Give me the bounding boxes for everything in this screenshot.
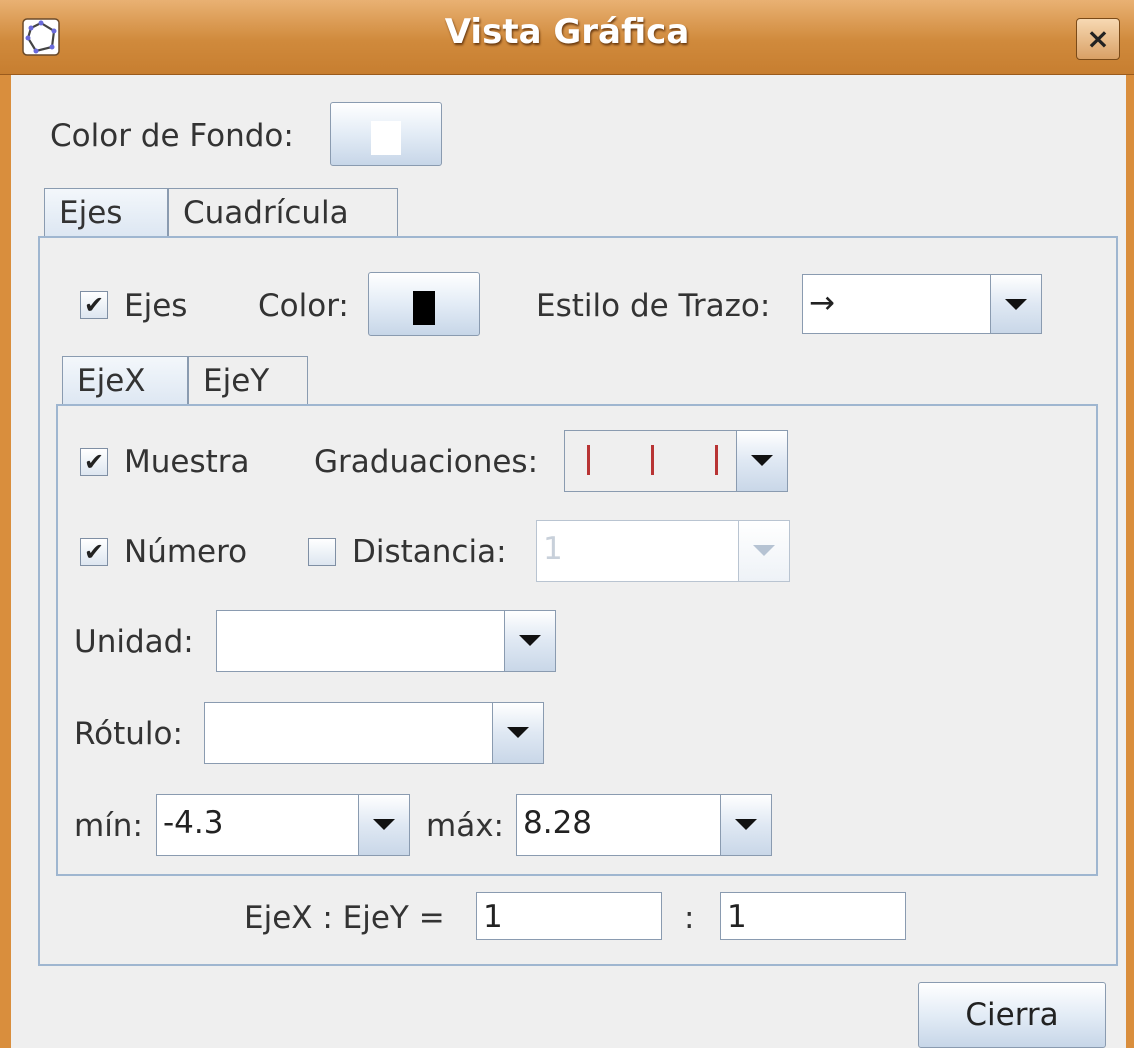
unit-dropdown[interactable] [216,610,556,672]
background-color-label: Color de Fondo: [50,118,294,154]
window-frame-left [0,0,11,1048]
distance-dropdown[interactable]: 1 [536,520,790,582]
distance-label: Distancia: [352,534,507,570]
min-value: -4.3 [163,805,224,841]
close-button[interactable]: Cierra [918,982,1106,1048]
background-color-swatch [371,121,401,155]
close-window-button[interactable]: × [1076,18,1120,60]
tab-ejex[interactable]: EjeX [62,356,188,408]
max-value: 8.28 [523,805,593,841]
background-color-button[interactable] [330,102,442,166]
window-title: Vista Gráfica [444,12,690,52]
tab-ejey-label: EjeY [203,363,270,399]
ratio-separator: : [684,900,695,936]
show-axis-checkbox[interactable]: ✔ [80,448,108,476]
chevron-down-icon[interactable] [738,521,789,581]
tab-ejes-label: Ejes [59,195,123,231]
axis-label-label: Rótulo: [74,716,183,752]
window-frame-right [1126,0,1134,1048]
ratio-x-input[interactable]: 1 [476,892,662,940]
line-style-value: → [809,285,835,321]
title-bar[interactable]: Vista Gráfica × [0,0,1134,75]
unit-label: Unidad: [74,624,194,660]
tick-mark-icon [715,445,718,475]
tab-ejey[interactable]: EjeY [188,356,308,406]
axes-color-swatch [413,291,435,325]
check-icon: ✔ [83,538,105,566]
check-icon: ✔ [83,291,105,319]
chevron-down-icon[interactable] [736,431,787,491]
distance-value: 1 [543,531,563,567]
axes-show-label: Ejes [124,288,188,324]
distance-checkbox[interactable] [308,538,336,566]
tab-cuadricula[interactable]: Cuadrícula [168,188,398,236]
min-label: mín: [74,808,143,844]
tick-mark-icon [587,445,590,475]
tab-cuadricula-label: Cuadrícula [183,195,349,231]
min-dropdown[interactable]: -4.3 [156,794,410,856]
check-icon: ✔ [83,448,105,476]
show-axis-label: Muestra [124,444,250,480]
max-dropdown[interactable]: 8.28 [516,794,772,856]
close-button-label: Cierra [965,997,1059,1033]
max-label: máx: [426,808,504,844]
chevron-down-icon[interactable] [990,275,1041,333]
chevron-down-icon[interactable] [358,795,409,855]
chevron-down-icon[interactable] [504,611,555,671]
ticks-dropdown[interactable] [564,430,788,492]
ticks-label: Graduaciones: [314,444,539,480]
tick-mark-icon [651,445,654,475]
axes-color-button[interactable] [368,272,480,336]
axes-color-label: Color: [258,288,349,324]
number-label: Número [124,534,248,570]
tab-ejex-label: EjeX [77,363,146,399]
dialog-window: Vista Gráfica × Color de Fondo: Ejes Cua… [0,0,1134,1048]
close-icon: × [1086,22,1110,55]
line-style-label: Estilo de Trazo: [536,288,771,324]
line-style-dropdown[interactable]: → [802,274,1042,334]
chevron-down-icon[interactable] [720,795,771,855]
axes-checkbox[interactable]: ✔ [80,291,108,319]
tab-ejes[interactable]: Ejes [44,188,168,238]
ratio-y-input[interactable]: 1 [720,892,906,940]
chevron-down-icon[interactable] [492,703,543,763]
axis-label-dropdown[interactable] [204,702,544,764]
number-checkbox[interactable]: ✔ [80,538,108,566]
axis-ratio-label: EjeX : EjeY = [244,900,445,936]
